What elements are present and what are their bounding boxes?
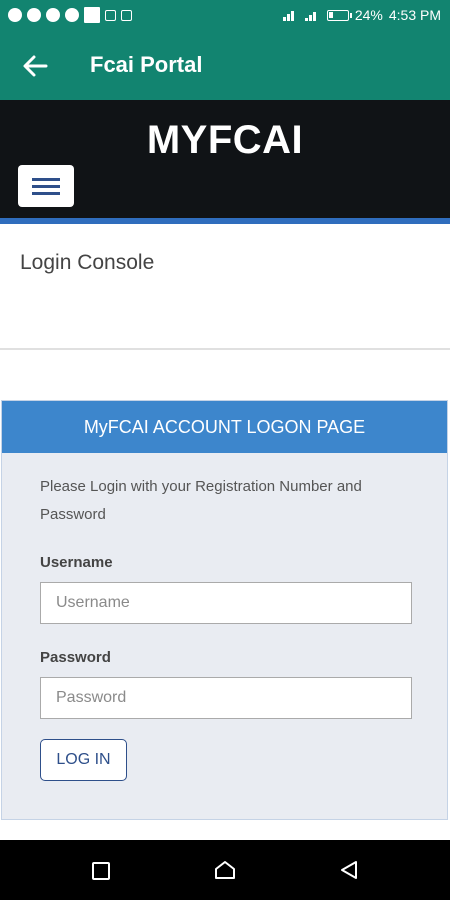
console-section: Login Console (0, 224, 450, 350)
page-title: Login Console (20, 251, 155, 274)
menu-button[interactable] (18, 165, 74, 207)
page-bottom (0, 820, 450, 840)
hamburger-menu-icon (32, 178, 60, 181)
password-input[interactable] (40, 677, 412, 719)
login-instructions: Please Login with your Registration Numb… (40, 478, 362, 523)
battery-icon (326, 9, 352, 21)
recent-apps-icon[interactable] (92, 862, 110, 880)
password-label: Password (40, 649, 111, 666)
login-button[interactable]: LOG IN (40, 739, 127, 781)
app-bar: Fcai Portal (0, 32, 450, 100)
messenger-icon (65, 8, 79, 22)
home-icon[interactable] (214, 860, 236, 880)
white-square-icon (84, 7, 100, 23)
signal-2-icon (304, 9, 321, 21)
notification-icons (8, 7, 132, 23)
battery-percentage: 24% (354, 7, 383, 23)
back-triangle-icon[interactable] (339, 860, 359, 880)
login-card-header: MyFCAI ACCOUNT LOGON PAGE (2, 401, 447, 453)
site-header: MYFCAI (0, 100, 450, 218)
arrow-left-icon[interactable] (22, 54, 48, 78)
image-icon (105, 9, 116, 21)
username-input[interactable] (40, 582, 412, 624)
signal-icon (282, 9, 299, 21)
username-label: Username (40, 554, 113, 571)
system-status: 24% 4:53 PM (282, 7, 441, 23)
notification-icon (8, 8, 22, 22)
site-logo-title[interactable]: MYFCAI (0, 118, 450, 163)
app-bar-title: Fcai Portal (90, 52, 203, 77)
shield-icon (121, 9, 132, 21)
app-notification-icon (46, 8, 60, 22)
whatsapp-icon (27, 8, 41, 22)
login-card: MyFCAI ACCOUNT LOGON PAGE Please Login w… (1, 400, 448, 820)
status-bar: 24% 4:53 PM (0, 0, 450, 32)
clock: 4:53 PM (388, 7, 441, 23)
android-navigation-bar (0, 840, 450, 900)
